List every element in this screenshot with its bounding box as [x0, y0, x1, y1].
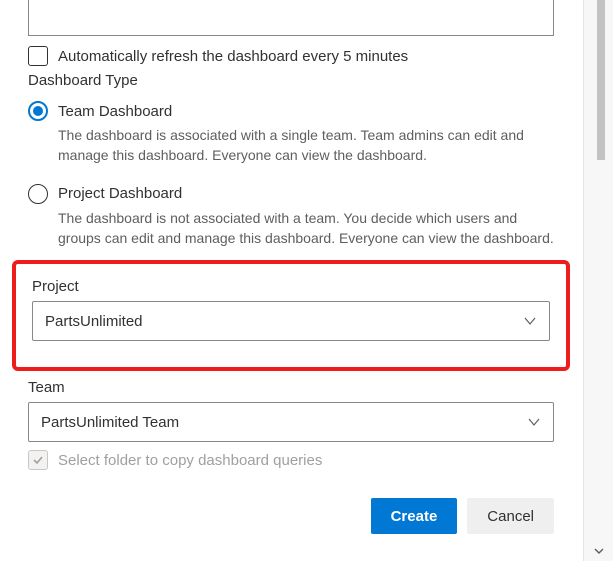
project-dashboard-option[interactable]: Project Dashboard The dashboard is not a…: [28, 184, 554, 249]
team-dashboard-radio[interactable]: [28, 101, 48, 121]
team-dropdown-value: PartsUnlimited Team: [41, 414, 179, 431]
project-dropdown-value: PartsUnlimited: [45, 313, 143, 330]
dashboard-type-label: Dashboard Type: [28, 72, 554, 89]
description-input-partial[interactable]: [28, 0, 554, 36]
chevron-down-icon: [523, 314, 537, 328]
team-dashboard-label: Team Dashboard: [58, 103, 172, 120]
team-dashboard-option[interactable]: Team Dashboard The dashboard is associat…: [28, 101, 554, 166]
dashboard-type-group: Team Dashboard The dashboard is associat…: [28, 101, 554, 248]
scrollbar-track[interactable]: [583, 0, 613, 561]
project-dashboard-description: The dashboard is not associated with a t…: [28, 208, 554, 249]
copy-queries-label: Select folder to copy dashboard queries: [58, 452, 322, 469]
project-dashboard-label: Project Dashboard: [58, 185, 182, 202]
auto-refresh-checkbox[interactable]: [28, 46, 48, 66]
auto-refresh-label: Automatically refresh the dashboard ever…: [58, 48, 408, 65]
project-highlight-box: Project PartsUnlimited: [12, 260, 570, 371]
team-field: Team PartsUnlimited Team: [28, 379, 554, 442]
scroll-down-icon[interactable]: [584, 541, 613, 561]
cancel-button[interactable]: Cancel: [467, 498, 554, 534]
team-dashboard-description: The dashboard is associated with a singl…: [28, 125, 554, 166]
create-button[interactable]: Create: [371, 498, 458, 534]
copy-queries-row: Select folder to copy dashboard queries: [28, 450, 554, 470]
auto-refresh-row[interactable]: Automatically refresh the dashboard ever…: [28, 46, 554, 66]
project-dashboard-radio[interactable]: [28, 184, 48, 204]
copy-queries-checkbox: [28, 450, 48, 470]
scrollbar-thumb[interactable]: [597, 0, 605, 160]
project-dropdown[interactable]: PartsUnlimited: [32, 301, 550, 341]
radio-dot-icon: [33, 106, 43, 116]
project-field-label: Project: [32, 278, 550, 295]
chevron-down-icon: [527, 415, 541, 429]
dialog-footer: Create Cancel: [28, 498, 554, 534]
team-field-label: Team: [28, 379, 554, 396]
team-dropdown[interactable]: PartsUnlimited Team: [28, 402, 554, 442]
